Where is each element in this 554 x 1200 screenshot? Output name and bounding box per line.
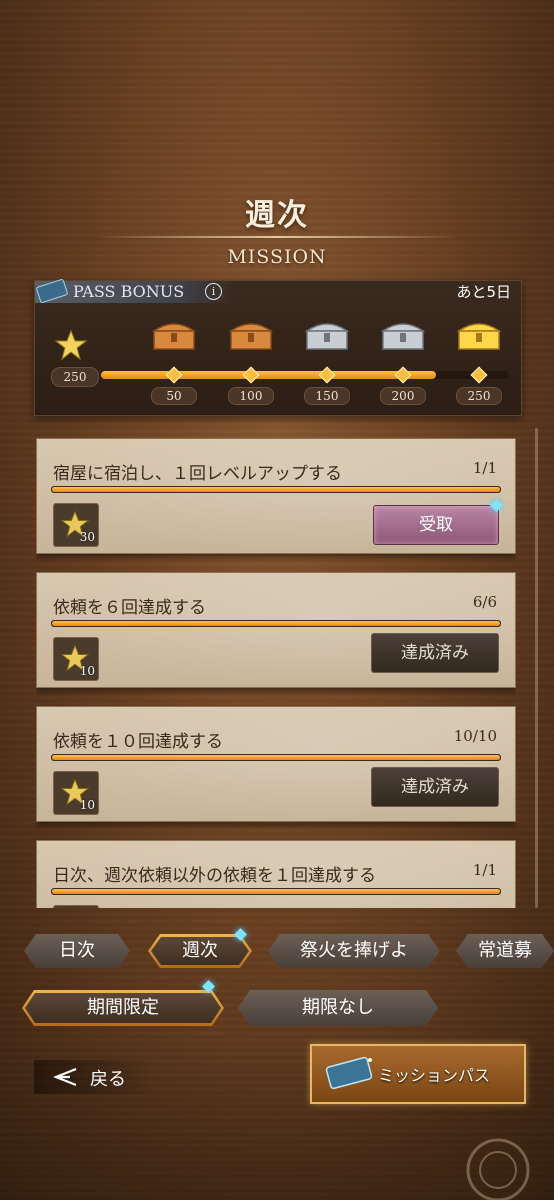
pass-bonus-label: PASS BONUS <box>73 282 185 301</box>
silver-chest-icon[interactable] <box>379 315 427 353</box>
tab-label: 祭火を捧げよ <box>300 940 408 961</box>
bronze-chest-icon[interactable] <box>227 315 275 353</box>
subtab-label: 期限なし <box>302 997 374 1018</box>
tab-label: 週次 <box>182 940 218 961</box>
reward-count: 30 <box>79 530 95 544</box>
milestone-label: 100 <box>228 387 274 405</box>
milestone-marker <box>394 366 412 384</box>
milestone-label: 150 <box>304 387 350 405</box>
bronze-chest-icon[interactable] <box>150 315 198 353</box>
mission-pass-button[interactable]: ミッションパス <box>310 1044 526 1104</box>
silver-chest-icon[interactable] <box>303 315 351 353</box>
star-icon <box>55 329 87 361</box>
mission-scrollbar[interactable] <box>535 428 538 908</box>
mission-list[interactable]: 宿屋に宿泊し、１回レベルアップする 1/1 30 受取依頼を６回達成する 6/6 10 達成… <box>36 438 516 908</box>
reward-icon: 30 <box>53 503 99 547</box>
mission-progress-fill <box>52 755 500 760</box>
tab-label: 日次 <box>59 940 95 961</box>
back-arrow-icon <box>53 1067 77 1087</box>
milestone-label: 50 <box>151 387 197 405</box>
mission-progress-bar <box>51 754 501 761</box>
mission-progress-fill <box>52 621 500 626</box>
completed-button: 達成済み <box>371 767 499 807</box>
milestone-label: 200 <box>380 387 426 405</box>
mission-pass-label: ミッションパス <box>378 1066 491 1085</box>
mission-card: 日次、週次依頼以外の依頼を１回達成する 1/1 <box>36 840 516 908</box>
tab-0[interactable]: 日次 <box>24 934 130 968</box>
claim-button[interactable]: 受取 <box>373 505 499 545</box>
reward-icon: 10 <box>53 771 99 815</box>
pass-remaining-days: あと5日 <box>456 283 511 301</box>
mission-progress-text: 6/6 <box>472 593 497 611</box>
pass-progress-track <box>101 371 509 379</box>
reward-icon <box>53 905 99 908</box>
tab-1[interactable]: 週次 <box>148 934 252 968</box>
page-title: 週次 <box>245 198 309 233</box>
pass-ticket-icon <box>36 279 68 303</box>
info-icon[interactable]: i <box>205 283 222 300</box>
page-subtitle: MISSION <box>227 246 327 268</box>
pass-current-points: 250 <box>51 367 99 387</box>
mission-title: 日次、週次依頼以外の依頼を１回達成する <box>53 866 376 886</box>
gold-chest-icon[interactable] <box>455 315 503 353</box>
milestone-marker <box>470 366 488 384</box>
pass-ticket-icon <box>325 1056 373 1090</box>
reward-count: 10 <box>79 798 95 812</box>
tab-2[interactable]: 祭火を捧げよ <box>268 934 440 968</box>
reward-icon: 10 <box>53 637 99 681</box>
subtab-0[interactable]: 期間限定 <box>22 990 224 1026</box>
milestone-marker <box>318 366 336 384</box>
mission-title: 宿屋に宿泊し、１回レベルアップする <box>53 464 342 484</box>
milestone-label: 250 <box>456 387 502 405</box>
mission-progress-text: 1/1 <box>472 459 497 477</box>
completed-button: 達成済み <box>371 633 499 673</box>
mission-progress-bar <box>51 888 501 895</box>
mission-progress-text: 1/1 <box>472 861 497 879</box>
mission-card: 宿屋に宿泊し、１回レベルアップする 1/1 30 受取 <box>36 438 516 554</box>
reward-count: 10 <box>79 664 95 678</box>
milestone-marker <box>165 366 183 384</box>
pass-bonus-panel: PASS BONUS i あと5日 250 50 100 150 200 250 <box>34 279 522 416</box>
pass-progress-fill <box>101 371 436 379</box>
mission-progress-bar <box>51 486 501 493</box>
mission-progress-bar <box>51 620 501 627</box>
mission-title: 依頼を１０回達成する <box>53 732 223 752</box>
subtab-1[interactable]: 期限なし <box>238 990 438 1026</box>
mission-title: 依頼を６回達成する <box>53 598 206 618</box>
mission-progress-fill <box>52 889 500 894</box>
corner-emblem-icon <box>466 1138 530 1200</box>
back-button[interactable]: 戻る <box>34 1060 154 1094</box>
back-label: 戻る <box>90 1069 126 1090</box>
milestone-marker <box>242 366 260 384</box>
mission-progress-text: 10/10 <box>453 727 497 745</box>
title-divider <box>95 236 459 238</box>
subtab-label: 期間限定 <box>87 997 159 1018</box>
mission-progress-fill <box>52 487 500 492</box>
tab-label: 常道募 <box>478 940 532 961</box>
tab-3[interactable]: 常道募 <box>456 934 554 968</box>
mission-card: 依頼を１０回達成する 10/10 10 達成済み <box>36 706 516 822</box>
mission-card: 依頼を６回達成する 6/6 10 達成済み <box>36 572 516 688</box>
